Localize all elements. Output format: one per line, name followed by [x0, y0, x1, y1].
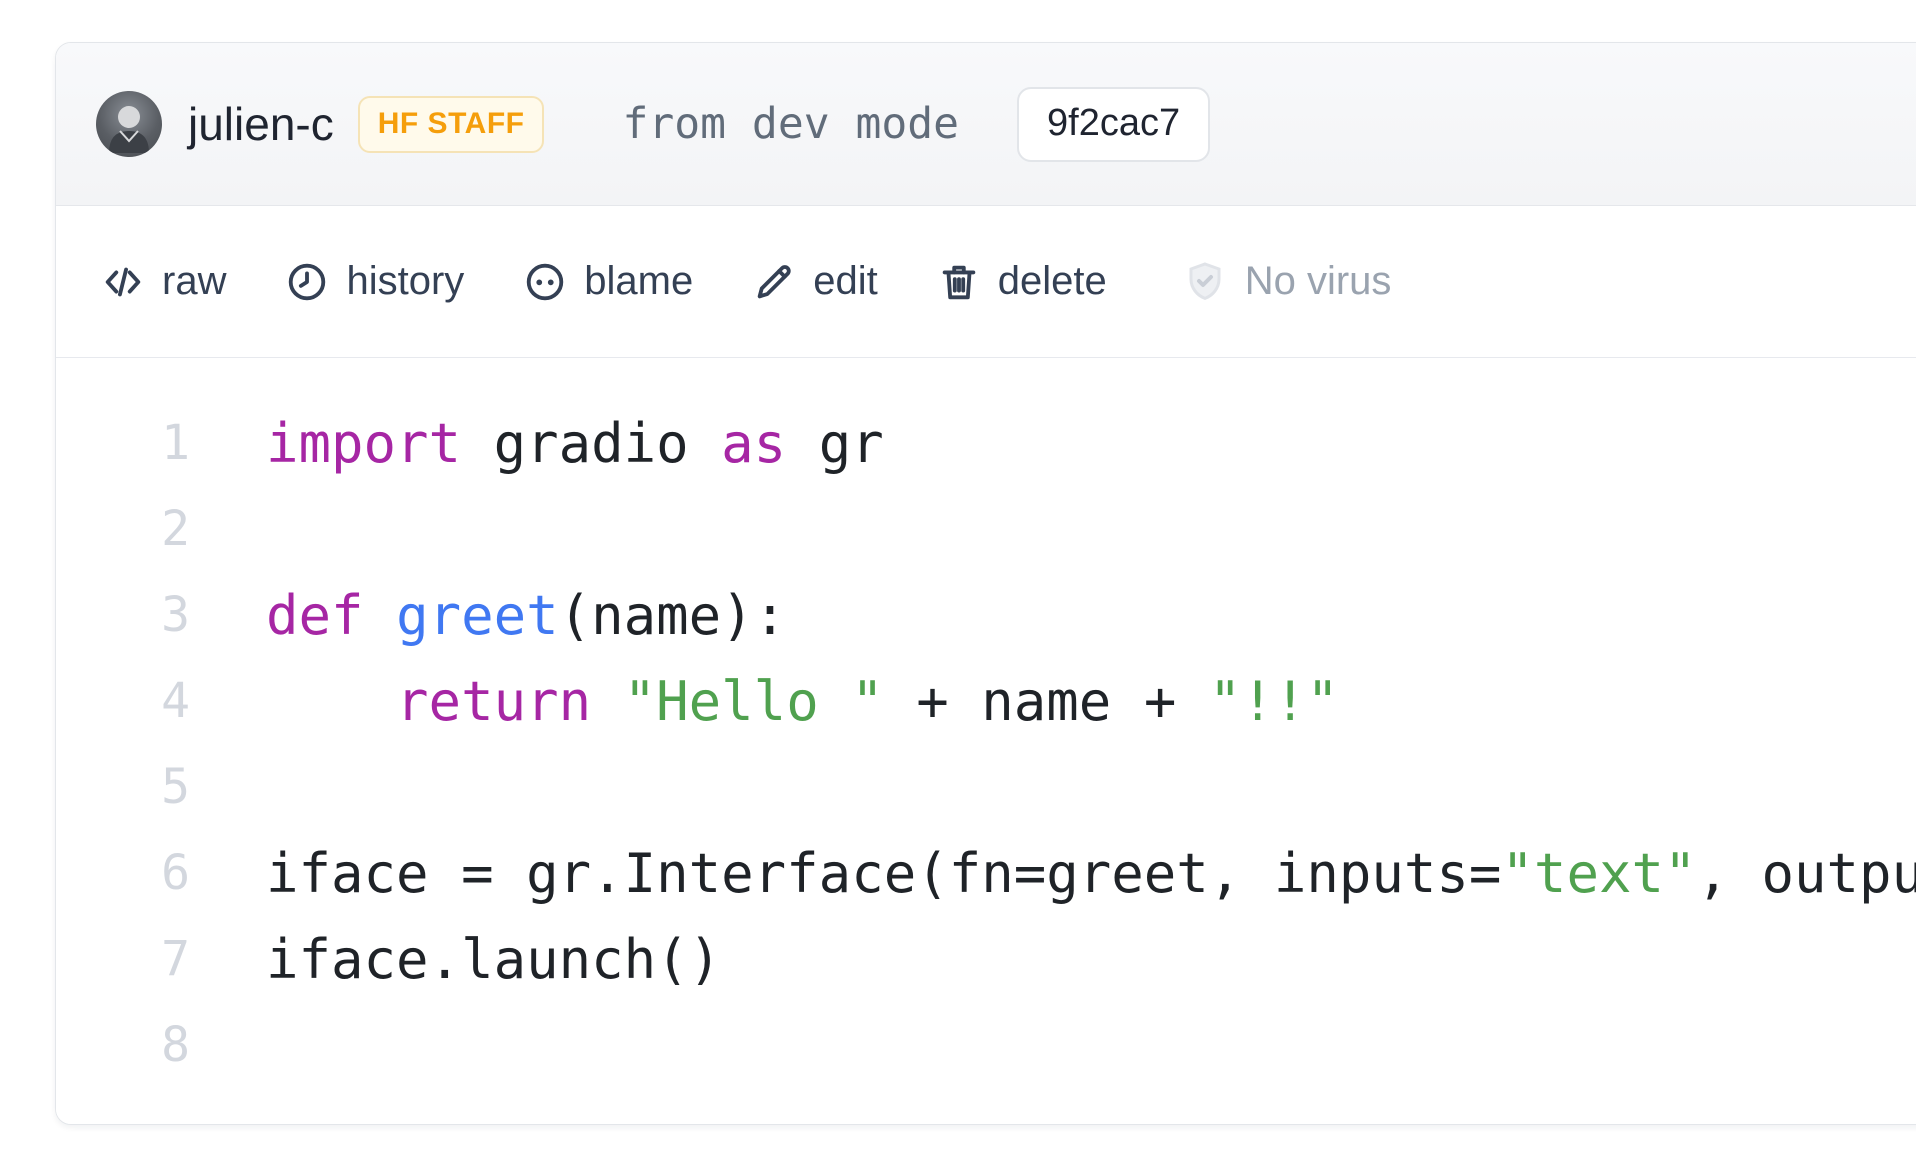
delete-label: delete	[998, 259, 1107, 304]
line-number[interactable]: 3	[118, 587, 190, 643]
line-number[interactable]: 5	[118, 759, 190, 815]
code-line: 2	[118, 486, 1916, 572]
edit-label: edit	[813, 259, 878, 304]
avatar[interactable]	[96, 91, 162, 157]
file-viewer-card: julien-c HF STAFF from dev mode 9f2cac7 …	[55, 42, 1916, 1125]
code-line: 4 return "Hello " + name + "!!"	[118, 658, 1916, 744]
delete-button[interactable]: delete	[936, 259, 1107, 305]
line-number[interactable]: 1	[118, 415, 190, 471]
code-icon	[100, 259, 146, 305]
code-viewer: 1 import gradio as gr 2 3 def greet(name): 4 …	[56, 358, 1916, 1124]
code-line: 5	[118, 744, 1916, 830]
blame-button[interactable]: blame	[522, 259, 693, 305]
file-toolbar: raw history blame edit	[56, 206, 1916, 358]
commit-message[interactable]: from dev mode	[622, 99, 959, 149]
hf-staff-badge: HF STAFF	[358, 96, 545, 153]
trash-icon	[936, 259, 982, 305]
username-link[interactable]: julien-c	[188, 97, 334, 151]
pencil-icon	[751, 259, 797, 305]
shield-check-icon	[1181, 258, 1229, 306]
code-text: def greet(name):	[266, 584, 786, 647]
clock-icon	[284, 259, 330, 305]
code-text: import gradio as gr	[266, 412, 884, 475]
code-line: 1 import gradio as gr	[118, 400, 1916, 486]
code-line: 8	[118, 1002, 1916, 1088]
no-virus-label: No virus	[1245, 259, 1392, 304]
edit-button[interactable]: edit	[751, 259, 878, 305]
line-number[interactable]: 6	[118, 845, 190, 901]
avatar-silhouette	[96, 91, 162, 157]
line-number[interactable]: 8	[118, 1017, 190, 1073]
code-line: 3 def greet(name):	[118, 572, 1916, 658]
code-text: iface.launch()	[266, 928, 721, 991]
no-virus-status: No virus	[1181, 258, 1392, 306]
line-number[interactable]: 2	[118, 501, 190, 557]
code-text: return "Hello " + name + "!!"	[266, 670, 1339, 733]
raw-button[interactable]: raw	[100, 259, 226, 305]
raw-label: raw	[162, 259, 226, 304]
commit-header: julien-c HF STAFF from dev mode 9f2cac7	[56, 43, 1916, 206]
line-number[interactable]: 7	[118, 931, 190, 987]
code-text: iface = gr.Interface(fn=greet, inputs="t…	[266, 842, 1916, 905]
history-label: history	[346, 259, 464, 304]
line-number[interactable]: 4	[118, 673, 190, 729]
code-line: 7 iface.launch()	[118, 916, 1916, 1002]
face-icon	[522, 259, 568, 305]
history-button[interactable]: history	[284, 259, 464, 305]
blame-label: blame	[584, 259, 693, 304]
code-line: 6 iface = gr.Interface(fn=greet, inputs="…	[118, 830, 1916, 916]
commit-hash-button[interactable]: 9f2cac7	[1017, 87, 1210, 162]
